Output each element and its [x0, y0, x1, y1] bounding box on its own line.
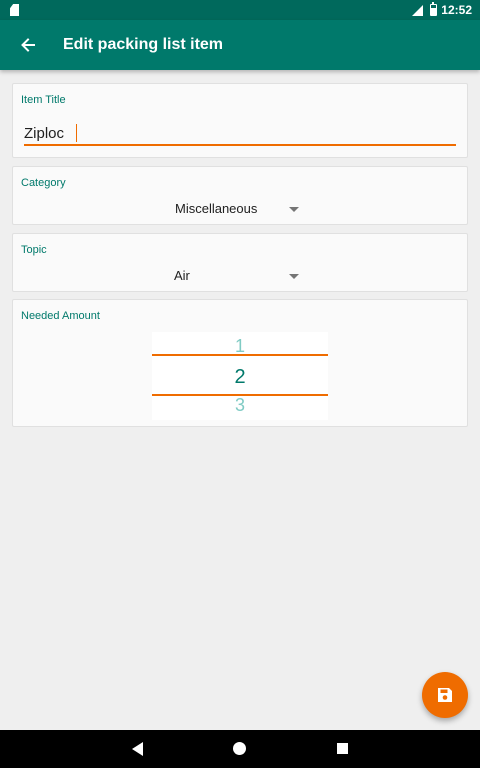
save-icon	[438, 688, 452, 702]
nav-recents-icon[interactable]	[337, 743, 348, 754]
battery-icon	[430, 2, 437, 16]
category-label: Category	[21, 177, 66, 189]
app-bar: Edit packing list item	[0, 20, 480, 70]
needed-amount-card: Needed Amount 1 2 3	[12, 299, 468, 427]
save-button[interactable]	[422, 672, 468, 718]
topic-selected: Air	[174, 268, 190, 283]
picker-current-value[interactable]: 2	[152, 366, 328, 389]
signal-icon	[412, 5, 423, 16]
needed-amount-label: Needed Amount	[21, 310, 100, 322]
topic-label: Topic	[21, 244, 47, 256]
status-bar: 12:52	[0, 0, 480, 20]
nav-back-icon[interactable]	[132, 742, 143, 756]
arrow-back-icon	[21, 38, 35, 52]
sd-card-icon	[10, 4, 19, 16]
item-title-input[interactable]	[24, 122, 456, 146]
text-cursor	[76, 124, 77, 142]
item-title-label: Item Title	[21, 94, 66, 106]
category-selected: Miscellaneous	[175, 201, 258, 216]
page-title: Edit packing list item	[63, 36, 224, 53]
status-clock: 12:52	[441, 3, 472, 17]
picker-divider-top	[152, 354, 328, 356]
back-button[interactable]	[14, 31, 44, 59]
dropdown-arrow-icon	[289, 207, 299, 212]
system-nav-bar	[0, 730, 480, 768]
item-title-card: Item Title	[12, 83, 468, 158]
topic-spinner[interactable]: Air	[13, 263, 469, 287]
amount-number-picker[interactable]: 1 2 3	[152, 332, 328, 420]
dropdown-arrow-icon	[289, 274, 299, 279]
picker-next-value[interactable]: 3	[152, 395, 328, 416]
topic-card: Topic Air	[12, 233, 468, 292]
nav-home-icon[interactable]	[233, 742, 246, 755]
category-card: Category Miscellaneous	[12, 166, 468, 225]
category-spinner[interactable]: Miscellaneous	[13, 196, 469, 220]
